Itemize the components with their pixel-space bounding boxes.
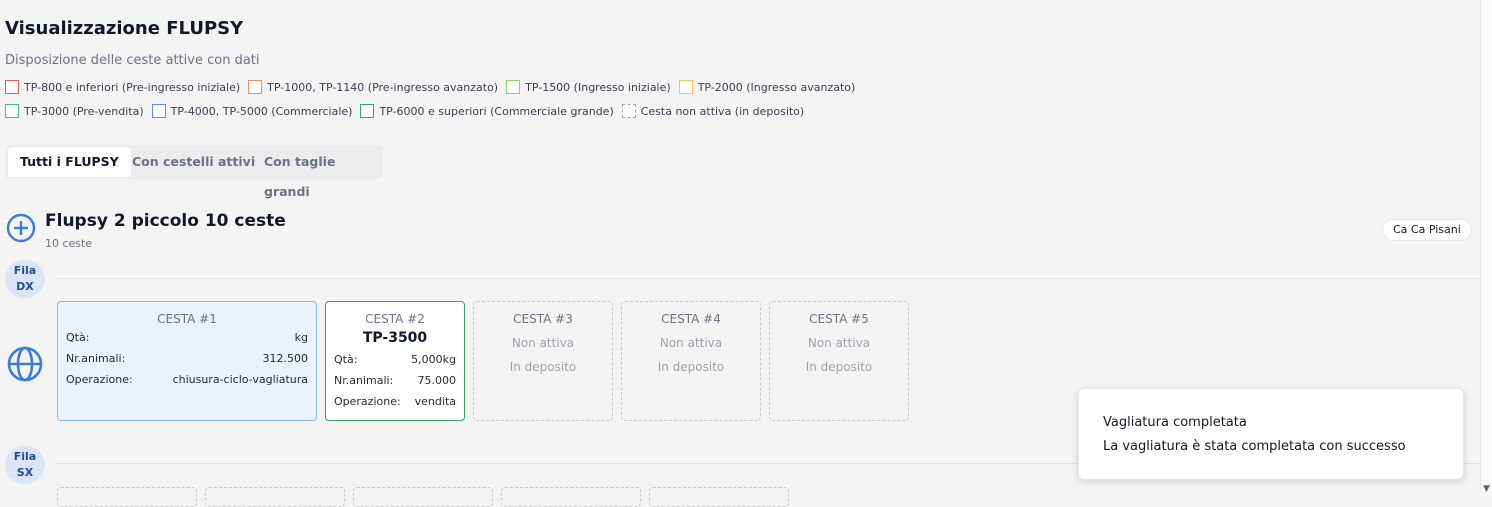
operation-label: Operazione: bbox=[66, 373, 133, 386]
legend-swatch bbox=[151, 104, 166, 118]
legend-swatch bbox=[678, 80, 693, 94]
row-label-line2: SX bbox=[16, 466, 34, 479]
basket-placeholder[interactable] bbox=[205, 487, 345, 507]
operation-label: Operazione: bbox=[334, 395, 401, 408]
basket-1[interactable]: CESTA #1 Qtà: kg Nr.animali: 312.500 Opera… bbox=[57, 301, 317, 421]
legend-label: TP-4000, TP-5000 (Commerciale) bbox=[170, 104, 353, 118]
legend-swatch bbox=[248, 80, 263, 94]
qty-value: 5,000kg bbox=[411, 353, 456, 366]
animals-label: Nr.animali: bbox=[66, 352, 126, 365]
basket-2[interactable]: CESTA #2 TP-3500 Qtà: 5,000kg Nr.animali:… bbox=[325, 301, 465, 421]
operation-value: chiusura-ciclo-vagliatura bbox=[172, 373, 308, 386]
legend-label: TP-3000 (Pre-vendita) bbox=[24, 104, 144, 118]
legend-item: TP-1500 (Ingresso iniziale) bbox=[506, 80, 671, 94]
qty-label: Qtà: bbox=[66, 331, 90, 344]
flupsy-basket-count: 10 ceste bbox=[45, 237, 93, 250]
page-subtitle: Disposizione delle ceste attive con dati bbox=[5, 53, 260, 68]
row-label-line1: Fila bbox=[13, 264, 37, 277]
legend-label: TP-800 e inferiori (Pre-ingresso inizial… bbox=[24, 80, 241, 94]
globe-icon bbox=[7, 346, 43, 382]
legend-row-1: TP-800 e inferiori (Pre-ingresso inizial… bbox=[5, 80, 863, 94]
basket-placeholder[interactable] bbox=[649, 487, 789, 507]
basket-size: TP-3500 bbox=[362, 330, 428, 346]
row-label-dx: Fila DX bbox=[5, 260, 45, 298]
basket-location: In deposito bbox=[657, 360, 725, 374]
basket-placeholder[interactable] bbox=[353, 487, 493, 507]
legend-swatch bbox=[360, 104, 375, 118]
basket-header: CESTA #4 bbox=[661, 312, 721, 326]
plus-circle-icon[interactable] bbox=[6, 213, 36, 243]
legend-swatch bbox=[506, 80, 521, 94]
qty-value: kg bbox=[294, 331, 308, 344]
vertical-scrollbar[interactable] bbox=[1480, 0, 1492, 493]
qty-label: Qtà: bbox=[334, 353, 358, 366]
basket-4[interactable]: CESTA #4 Non attiva In deposito bbox=[621, 301, 761, 421]
row-label-line1: Fila bbox=[13, 450, 37, 463]
basket-header: CESTA #5 bbox=[809, 312, 869, 326]
legend-label: TP-6000 e superiori (Commerciale grande) bbox=[379, 104, 614, 118]
basket-status: Non attiva bbox=[659, 336, 723, 350]
flupsy-name: Flupsy 2 piccolo 10 ceste bbox=[45, 211, 286, 231]
basket-status: Non attiva bbox=[511, 336, 575, 350]
basket-placeholder[interactable] bbox=[501, 487, 641, 507]
basket-placeholder[interactable] bbox=[57, 487, 197, 507]
basket-3[interactable]: CESTA #3 Non attiva In deposito bbox=[473, 301, 613, 421]
legend-label: TP-1000, TP-1140 (Pre-ingresso avanzato) bbox=[267, 80, 499, 94]
basket-location: In deposito bbox=[805, 360, 873, 374]
legend-swatch bbox=[621, 104, 636, 118]
animals-label: Nr.animali: bbox=[334, 374, 394, 387]
tab-tutti-flupsy[interactable]: Tutti i FLUPSY bbox=[8, 147, 131, 177]
toast-title: Vagliatura completata bbox=[1103, 415, 1247, 430]
basket-header: CESTA #1 bbox=[157, 312, 217, 326]
basket-header: CESTA #2 bbox=[365, 312, 425, 326]
legend-item: TP-6000 e superiori (Commerciale grande) bbox=[360, 104, 614, 118]
legend-item: TP-4000, TP-5000 (Commerciale) bbox=[151, 104, 353, 118]
basket-status: Non attiva bbox=[807, 336, 871, 350]
page-title: Visualizzazione FLUPSY bbox=[5, 18, 244, 39]
legend-label: TP-2000 (Ingresso avanzato) bbox=[697, 80, 856, 94]
legend-row-2: TP-3000 (Pre-vendita) TP-4000, TP-5000 (… bbox=[5, 104, 812, 118]
toast-description: La vagliatura è stata completata con suc… bbox=[1103, 439, 1406, 454]
row-label-sx: Fila SX bbox=[5, 446, 45, 484]
legend-item: TP-2000 (Ingresso avanzato) bbox=[678, 80, 856, 94]
legend-swatch bbox=[5, 104, 19, 118]
legend-label: Cesta non attiva (in deposito) bbox=[640, 104, 805, 118]
animals-value: 75.000 bbox=[417, 374, 457, 387]
location-badge: Ca Ca Pisani bbox=[1382, 219, 1472, 241]
tab-taglie-grandi[interactable]: Con taglie grandi bbox=[252, 147, 383, 199]
legend-label: TP-1500 (Ingresso iniziale) bbox=[525, 80, 671, 94]
basket-5[interactable]: CESTA #5 Non attiva In deposito bbox=[769, 301, 909, 421]
legend-item: TP-800 e inferiori (Pre-ingresso inizial… bbox=[5, 80, 240, 94]
row-divider bbox=[55, 278, 1480, 279]
legend-item: Cesta non attiva (in deposito) bbox=[621, 104, 805, 118]
legend-swatch bbox=[5, 80, 19, 94]
basket-header: CESTA #3 bbox=[513, 312, 573, 326]
flupsy-filter-tabs: Tutti i FLUPSY Con cestelli attivi Con t… bbox=[5, 145, 383, 199]
tab-cestelli-attivi[interactable]: Con cestelli attivi bbox=[120, 147, 267, 177]
legend-item: TP-3000 (Pre-vendita) bbox=[5, 104, 144, 118]
row-label-line2: DX bbox=[16, 280, 34, 293]
basket-location: In deposito bbox=[509, 360, 577, 374]
toast-notification[interactable]: Vagliatura completata La vagliatura è st… bbox=[1078, 388, 1464, 480]
operation-value: vendita bbox=[414, 395, 456, 408]
animals-value: 312.500 bbox=[262, 352, 309, 365]
legend-item: TP-1000, TP-1140 (Pre-ingresso avanzato) bbox=[248, 80, 498, 94]
